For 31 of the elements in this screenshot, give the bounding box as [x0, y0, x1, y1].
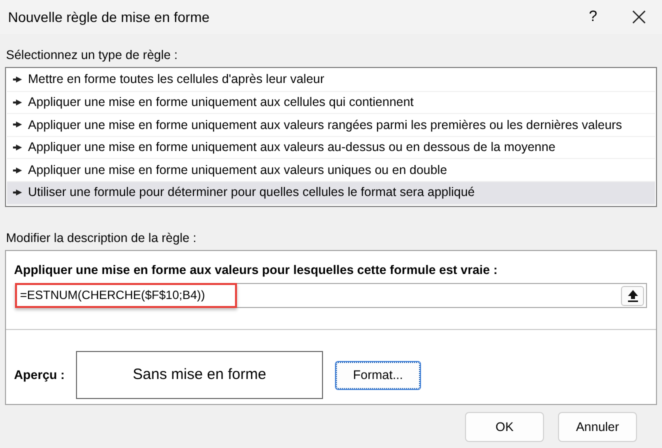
upload-arrow-icon	[628, 290, 638, 302]
rule-type-label: Appliquer une mise en forme uniquement aux valeurs au-dessus ou en dessous de la moyenne	[28, 139, 556, 156]
bullet-icon	[13, 144, 22, 152]
formula-label: Appliquer une mise en forme aux valeurs pour lesquelles cette formule est vraie :	[14, 262, 498, 277]
rule-type-item[interactable]: Appliquer une mise en forme uniquement aux valeurs au-dessus ou en dessous de la moyenne	[7, 136, 655, 160]
bullet-icon	[13, 166, 22, 174]
rule-type-item[interactable]: Mettre en forme toutes les cellules d'après leur valeur	[7, 69, 655, 92]
format-button[interactable]: Format...	[336, 362, 420, 389]
rule-type-label: Appliquer une mise en forme uniquement aux valeurs uniques ou en double	[28, 162, 448, 179]
bullet-icon	[13, 121, 22, 128]
cancel-button[interactable]: Annuler	[558, 412, 637, 442]
rule-type-item[interactable]: Appliquer une mise en forme uniquement aux cellules qui contiennent	[7, 92, 655, 114]
help-button[interactable]: ?	[570, 0, 616, 34]
section-label: Modifier la description de la règle :	[6, 230, 196, 245]
bullet-icon	[13, 98, 22, 106]
bullet-icon	[13, 76, 22, 84]
formula-field[interactable]: =ESTNUM(CHERCHE($F$10;B4))	[15, 282, 237, 308]
preview-box: Sans mise en forme	[76, 351, 323, 400]
rule-type-label: Appliquer une mise en forme uniquement aux cellules qui contiennent	[28, 94, 414, 112]
rule-type-label: Utiliser une formule pour déterminer pour quelles cellules le format sera appliqué	[28, 184, 475, 202]
preview-label: Aperçu :	[14, 366, 66, 384]
rule-type-label: Appliquer une mise en forme uniquement aux valeurs rangées parmi les premières ou les dernières valeurs	[28, 116, 622, 134]
section-label: Sélectionnez un type de règle :	[6, 48, 178, 62]
rule-type-item[interactable]: Appliquer une mise en forme uniquement aux valeurs rangées parmi les premières ou les dernières valeurs	[7, 114, 655, 137]
ok-button[interactable]: OK	[465, 412, 544, 442]
rule-type-item[interactable]: Utiliser une formule pour déterminer pour quelles cellules le format sera appliqué	[7, 182, 655, 205]
collapse-button[interactable]	[621, 286, 644, 306]
close-icon	[632, 10, 646, 24]
bullet-icon	[13, 189, 22, 196]
rule-type-label: Mettre en forme toutes les cellules d'après leur valeur	[28, 71, 324, 88]
window-title: Nouvelle règle de mise en forme	[8, 8, 211, 27]
